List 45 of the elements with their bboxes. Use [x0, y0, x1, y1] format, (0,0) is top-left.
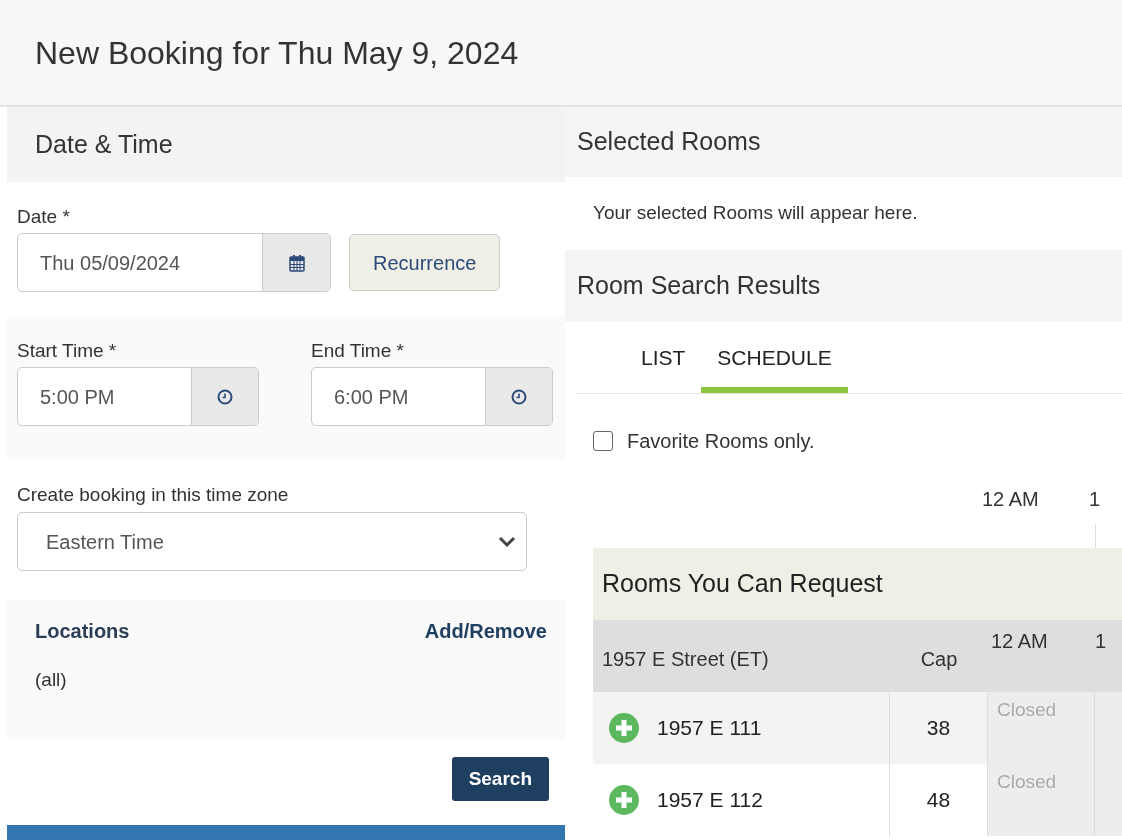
- locations-label: Locations: [35, 619, 130, 644]
- add-icon[interactable]: [609, 713, 639, 743]
- field-label: End Time *: [311, 339, 404, 363]
- time-label: 12 AM: [982, 487, 1040, 512]
- chevron-down-icon: [498, 535, 516, 548]
- calendar-icon: [288, 253, 305, 272]
- locations-value: (all): [35, 668, 67, 692]
- empty-message: Your selected Rooms will appear here.: [593, 201, 918, 226]
- checkbox-label: Favorite Rooms only.: [627, 429, 815, 454]
- field-label: Create booking in this time zone: [17, 483, 289, 507]
- room-name: 1957 E 112: [657, 787, 763, 814]
- add-remove-link[interactable]: Add/Remove: [424, 616, 547, 646]
- time-value: 6:00 PM: [333, 384, 410, 410]
- clock-icon: [511, 388, 527, 405]
- section-heading: Room Search Results: [577, 270, 821, 302]
- capacity-cell-text: 38: [926, 715, 951, 742]
- date-value: Thu 05/09/2024: [39, 250, 182, 276]
- field-label: Date *: [17, 205, 70, 229]
- time-field[interactable]: 6:00 PM: [311, 367, 553, 426]
- checkbox[interactable]: [593, 431, 613, 451]
- time-label: 1: [1089, 487, 1101, 512]
- section-heading: Selected Rooms: [577, 126, 761, 158]
- status-text: Closed: [997, 771, 1057, 792]
- capacity-cell-text: 48: [926, 787, 951, 814]
- time-value: 5:00 PM: [39, 384, 116, 410]
- group-title: Rooms You Can Request: [602, 568, 883, 600]
- add-icon[interactable]: [609, 785, 639, 815]
- tab[interactable]: LIST: [625, 329, 702, 393]
- field-label: Start Time *: [17, 339, 117, 363]
- time-label: 1: [1095, 630, 1107, 652]
- timeline-tick: [1095, 524, 1096, 548]
- column-header: 1957 E Street (ET): [602, 647, 769, 672]
- room-name: 1957 E 111: [657, 715, 762, 742]
- clock-icon: [217, 388, 233, 405]
- date-field[interactable]: Thu 05/09/2024: [17, 233, 331, 292]
- tab[interactable]: SCHEDULE: [701, 329, 848, 393]
- timezone-select[interactable]: Eastern Time: [17, 512, 527, 571]
- status-text: Closed: [997, 699, 1057, 720]
- page-title: New Booking for Thu May 9, 2024: [35, 33, 519, 73]
- column-header: Cap: [920, 647, 958, 672]
- time-field[interactable]: 5:00 PM: [17, 367, 259, 426]
- search-button[interactable]: Search: [451, 757, 549, 801]
- time-label: 12 AM: [991, 630, 1048, 652]
- section-heading: Date & Time: [35, 128, 173, 160]
- recurrence-button[interactable]: Recurrence: [349, 234, 501, 291]
